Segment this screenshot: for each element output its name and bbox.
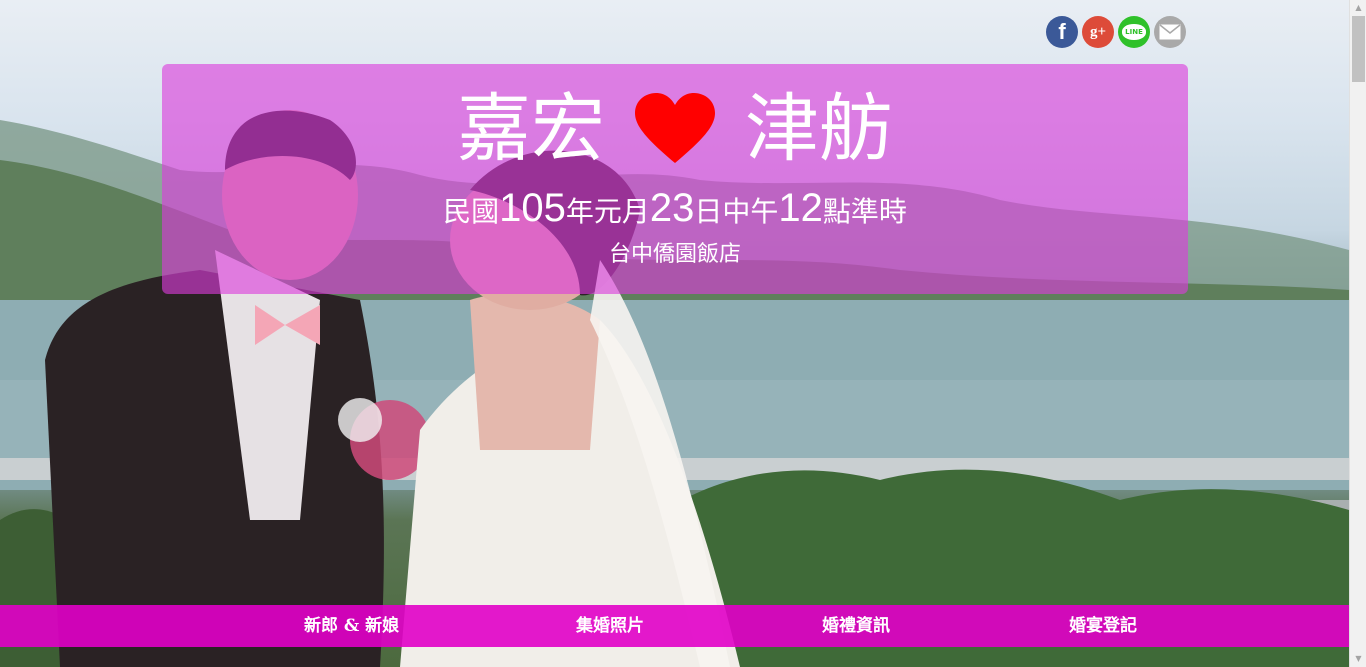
facebook-icon[interactable]: f — [1046, 16, 1078, 48]
groom-name: 嘉宏 — [457, 86, 605, 172]
scroll-down-icon[interactable]: ▼ — [1350, 651, 1366, 667]
envelope-icon — [1159, 24, 1181, 40]
googleplus-icon[interactable]: g+ — [1082, 16, 1114, 48]
couple-names: 嘉宏 津舫 — [162, 92, 1188, 166]
scrollbar-thumb[interactable] — [1352, 16, 1365, 82]
line-glyph: LINE — [1122, 24, 1146, 40]
date-part: 點準時 — [822, 195, 907, 228]
wedding-title-panel: 嘉宏 津舫 民國105年元月23日中午12點準時 台中僑園飯店 — [162, 64, 1188, 294]
date-day: 23 — [649, 186, 695, 230]
scroll-up-icon[interactable]: ▲ — [1350, 0, 1366, 16]
date-part: 民國 — [443, 195, 500, 228]
nav-item-photos[interactable]: 集婚照片 — [576, 605, 644, 647]
wedding-date: 民國105年元月23日中午12點準時 — [162, 184, 1188, 232]
date-year: 105 — [499, 186, 566, 230]
date-hour: 12 — [778, 186, 823, 230]
mail-icon[interactable] — [1154, 16, 1186, 48]
line-icon[interactable]: LINE — [1118, 16, 1150, 48]
facebook-glyph: f — [1058, 19, 1066, 44]
nav-item-couple[interactable]: 新郎 & 新娘 — [304, 605, 399, 647]
date-part: 年元月 — [565, 195, 650, 228]
wedding-venue: 台中僑園飯店 — [608, 242, 741, 267]
nav-item-rsvp[interactable]: 婚宴登記 — [1069, 605, 1137, 647]
social-share-bar: f g+ LINE — [1046, 16, 1186, 48]
heart-icon — [635, 93, 715, 163]
page-scrollbar[interactable]: ▲ ▼ — [1349, 0, 1366, 667]
googleplus-glyph: g+ — [1089, 23, 1107, 40]
bride-name: 津舫 — [745, 86, 893, 172]
nav-item-wedding-info[interactable]: 婚禮資訊 — [822, 605, 890, 647]
main-nav: 新郎 & 新娘 集婚照片 婚禮資訊 婚宴登記 — [0, 605, 1349, 647]
date-part: 日中午 — [694, 195, 779, 228]
